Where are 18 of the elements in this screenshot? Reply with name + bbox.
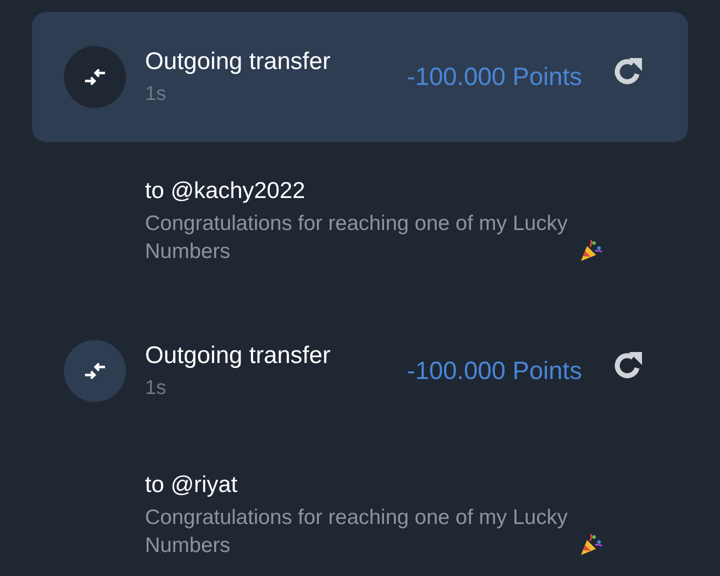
transaction-amount: -100.000 Points: [406, 356, 582, 388]
transfer-icon: [84, 363, 106, 379]
recipient-text: to @kachy2022: [145, 176, 306, 204]
transaction-row[interactable]: Outgoing transfer 1s -100.000 Points: [32, 306, 688, 436]
transfer-icon: [84, 69, 106, 85]
transaction-amount: -100.000 Points: [406, 62, 582, 94]
refresh-icon[interactable]: [612, 349, 644, 381]
recipient-text: to @riyat: [145, 470, 238, 498]
transaction-row[interactable]: Outgoing transfer 1s -100.000 Points: [32, 12, 688, 142]
refresh-icon[interactable]: [612, 55, 644, 87]
message-text: Congratulations for reaching one of my Lucky Numbers: [145, 211, 569, 265]
party-popper-icon: [579, 239, 603, 263]
transaction-time: 1s: [145, 376, 168, 400]
transaction-title: Outgoing transfer: [145, 48, 330, 76]
transaction-time: 1s: [145, 82, 168, 106]
message-text: Congratulations for reaching one of my Lucky Numbers: [145, 505, 569, 559]
transaction-title: Outgoing transfer: [145, 342, 330, 370]
party-popper-icon: [579, 533, 603, 557]
